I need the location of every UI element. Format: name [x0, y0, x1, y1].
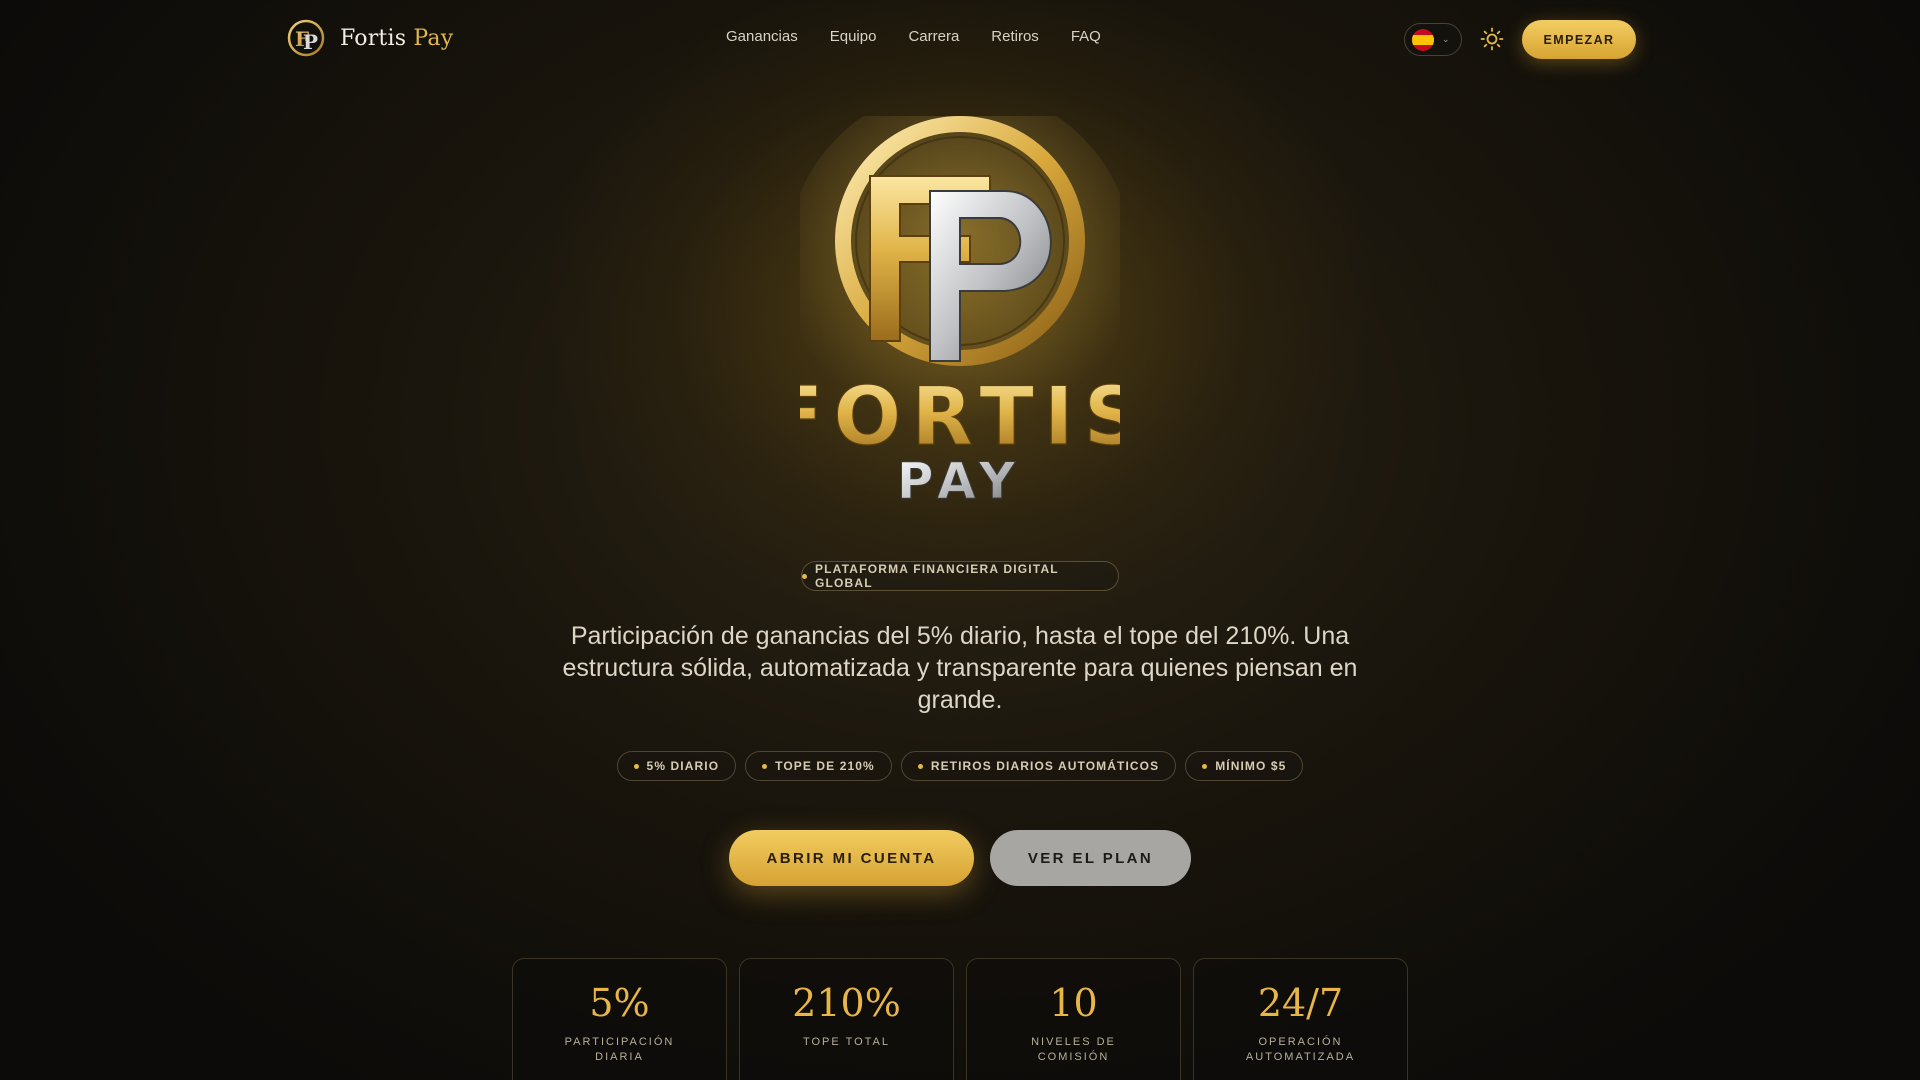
stat-card: 5% PARTICIPACIÓN DIARIA — [512, 958, 727, 1080]
fp-monogram-icon: F P — [287, 19, 325, 57]
chevron-down-icon: ⌄ — [1442, 34, 1450, 44]
bullet-dot-icon — [802, 573, 807, 579]
tagline-badge: PLATAFORMA FINANCIERA DIGITAL GLOBAL — [801, 561, 1119, 591]
top-nav: F P Fortis Pay Ganancias Equipo Carrera … — [0, 0, 1920, 80]
empezar-button[interactable]: EMPEZAR — [1522, 20, 1636, 59]
tagline-text: PLATAFORMA FINANCIERA DIGITAL GLOBAL — [814, 562, 1059, 590]
nav-link-ganancias[interactable]: Ganancias — [726, 28, 798, 45]
language-selector[interactable]: ⌄ — [1404, 23, 1462, 56]
stat-value: 5% — [589, 981, 650, 1025]
stat-card: 24/7 OPERACIÓN AUTOMATIZADA — [1193, 958, 1408, 1080]
chip-withdrawals: RETIROS DIARIOS AUTOMÁTICOS — [900, 751, 1177, 781]
view-plan-button[interactable]: VER EL PLAN — [990, 830, 1191, 886]
open-account-button[interactable]: ABRIR MI CUENTA — [729, 830, 974, 886]
svg-text:P: P — [303, 30, 318, 54]
spain-flag-icon — [1412, 28, 1434, 51]
nav-link-carrera[interactable]: Carrera — [908, 28, 959, 45]
stat-label: OPERACIÓN AUTOMATIZADA — [1245, 1036, 1356, 1063]
stat-value: 210% — [792, 981, 901, 1025]
chip-daily: 5% DIARIO — [616, 751, 737, 781]
hero-description: Participación de ganancias del 5% diario… — [562, 622, 1358, 714]
chip-minimum: MÍNIMO $5 — [1185, 751, 1304, 781]
feature-chips: 5% DIARIO TOPE DE 210% RETIROS DIARIOS A… — [0, 751, 1920, 781]
stat-label: TOPE TOTAL — [802, 1036, 891, 1048]
stats-row: 5% PARTICIPACIÓN DIARIA 210% TOPE TOTAL … — [512, 958, 1408, 1080]
stat-label: NIVELES DE COMISIÓN — [1031, 1036, 1116, 1063]
bullet-dot-icon — [633, 763, 639, 769]
stat-card: 10 NIVELES DE COMISIÓN — [966, 958, 1181, 1080]
nav-link-faq[interactable]: FAQ — [1071, 28, 1101, 45]
stat-value: 10 — [1049, 981, 1098, 1025]
bullet-dot-icon — [762, 763, 768, 769]
bullet-dot-icon — [1202, 763, 1208, 769]
stat-label: PARTICIPACIÓN DIARIA — [564, 1036, 675, 1063]
stat-card: 210% TOPE TOTAL — [739, 958, 954, 1080]
sun-icon[interactable] — [1480, 27, 1504, 51]
fortis-pay-hero-logo: FORTIS PAY — [800, 116, 1120, 506]
nav-links: Ganancias Equipo Carrera Retiros FAQ — [726, 28, 1101, 45]
chip-cap: TOPE DE 210% — [745, 751, 892, 781]
brand-name: Fortis Pay — [340, 25, 454, 51]
bullet-dot-icon — [917, 763, 923, 769]
logo-fortis-text: FORTIS — [800, 370, 1120, 463]
brand[interactable]: F P Fortis Pay — [286, 18, 453, 58]
logo-pay-text: PAY — [897, 452, 1023, 506]
nav-link-retiros[interactable]: Retiros — [991, 28, 1039, 45]
nav-link-equipo[interactable]: Equipo — [830, 28, 877, 45]
stat-value: 24/7 — [1257, 981, 1344, 1025]
